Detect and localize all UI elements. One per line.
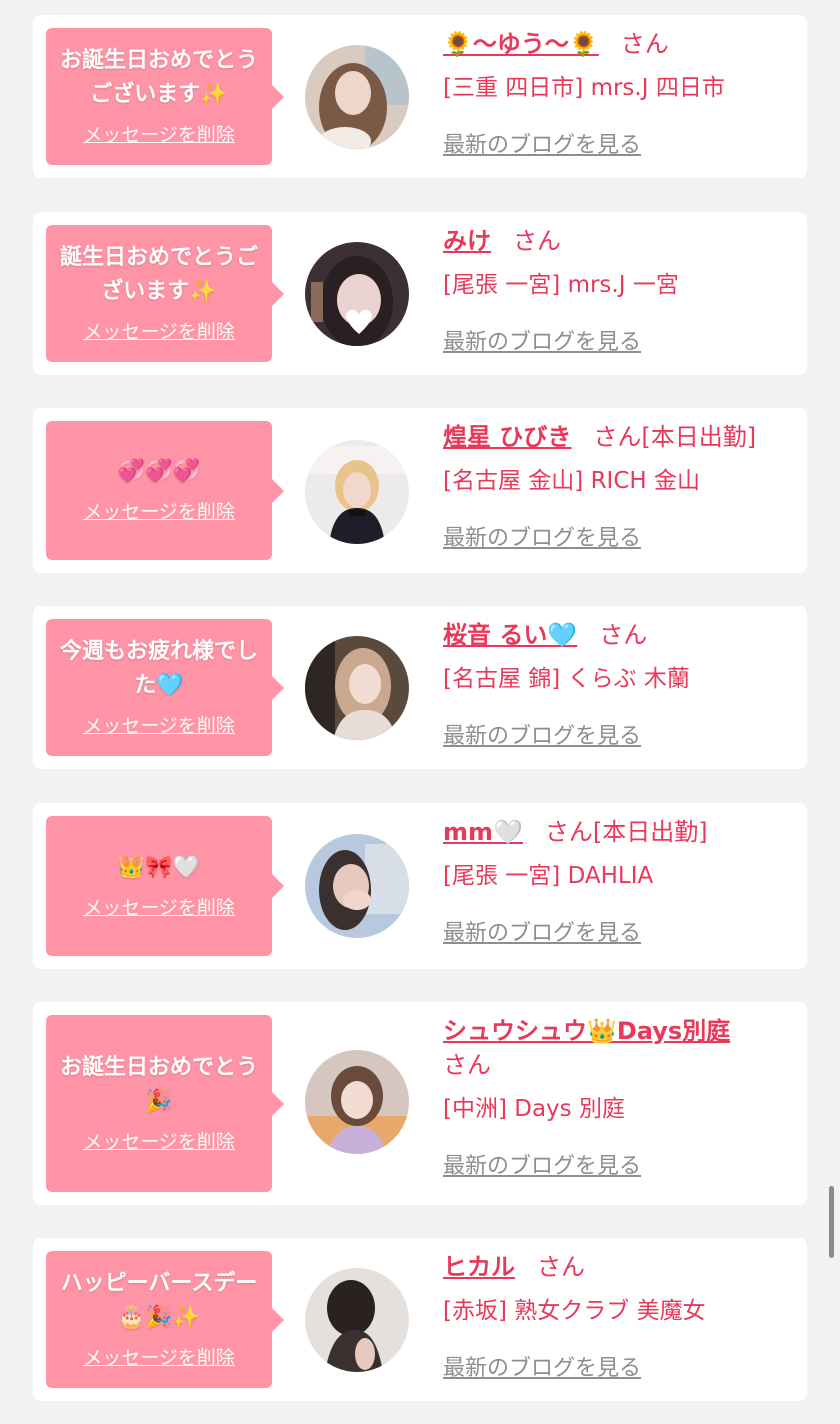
- delete-message-link[interactable]: メッセージを削除: [83, 317, 235, 344]
- name-line: 🌻〜ゆう〜🌻 さん: [443, 27, 793, 61]
- message-card: 👑🎀🤍 メッセージを削除 mm🤍 さん[本日出勤] [尾張 一宮] DAHLIA …: [33, 803, 807, 969]
- message-card: お誕生日おめでとう🎉 メッセージを削除 シュウシュウ👑Days別庭 さん [中洲]…: [33, 1002, 807, 1205]
- message-bubble: ハッピーバースデー🎂🎉✨ メッセージを削除: [46, 1251, 284, 1388]
- delete-message-link[interactable]: メッセージを削除: [83, 1343, 235, 1370]
- message-text: 今週もお疲れ様でした🩵: [59, 639, 258, 698]
- avatar[interactable]: [305, 440, 409, 544]
- message-card: 今週もお疲れ様でした🩵 メッセージを削除 桜音 るい🩵 さん [名古屋 錦] くら…: [33, 606, 807, 769]
- name-line: みけ さん: [443, 224, 793, 258]
- message-bubble: 誕生日おめでとうございます✨ メッセージを削除: [46, 225, 284, 362]
- delete-message-link[interactable]: メッセージを削除: [83, 497, 235, 524]
- shop-label: [名古屋 金山] RICH 金山: [443, 468, 700, 494]
- honorific: さん: [513, 227, 561, 255]
- name-line: シュウシュウ👑Days別庭 さん: [443, 1014, 793, 1082]
- cast-info: mm🤍 さん[本日出勤] [尾張 一宮] DAHLIA 最新のブログを見る: [443, 815, 793, 947]
- cast-info: 🌻〜ゆう〜🌻 さん [三重 四日市] mrs.J 四日市 最新のブログを見る: [443, 27, 793, 159]
- message-list: お誕生日おめでとうございます✨ メッセージを削除 🌻〜ゆう〜🌻 さん [三重 四日…: [0, 0, 840, 1424]
- latest-blog-link[interactable]: 最新のブログを見る: [443, 1350, 641, 1382]
- honorific: さん: [599, 621, 648, 649]
- delete-message-link[interactable]: メッセージを削除: [83, 1127, 235, 1154]
- honorific: さん: [544, 818, 593, 846]
- name-line: mm🤍 さん[本日出勤]: [443, 815, 793, 849]
- message-bubble: お誕生日おめでとう🎉 メッセージを削除: [46, 1015, 284, 1192]
- message-card: 誕生日おめでとうございます✨ メッセージを削除 みけ さん [尾張 一宮] mrs…: [33, 212, 807, 375]
- latest-blog-link[interactable]: 最新のブログを見る: [443, 324, 641, 356]
- cast-info: シュウシュウ👑Days別庭 さん [中洲] Days 別庭 最新のブログを見る: [443, 1014, 793, 1180]
- message-card: お誕生日おめでとうございます✨ メッセージを削除 🌻〜ゆう〜🌻 さん [三重 四日…: [33, 15, 807, 178]
- message-bubble: 💞💞💞 メッセージを削除: [46, 421, 284, 560]
- message-bubble: お誕生日おめでとうございます✨ メッセージを削除: [46, 28, 284, 165]
- cast-info: ヒカル さん [赤坂] 熟女クラブ 美魔女 最新のブログを見る: [443, 1250, 793, 1382]
- cast-name-link[interactable]: mm🤍: [443, 818, 523, 846]
- latest-blog-link[interactable]: 最新のブログを見る: [443, 718, 641, 750]
- name-line: ヒカル さん: [443, 1250, 793, 1284]
- status-tag: [本日出勤]: [641, 423, 757, 451]
- avatar[interactable]: [305, 636, 409, 740]
- cast-info: 煌星 ひびき さん[本日出勤] [名古屋 金山] RICH 金山 最新のブログを見…: [443, 420, 793, 552]
- shop-label: [名古屋 錦] くらぶ 木蘭: [443, 666, 690, 692]
- message-text: ハッピーバースデー🎂🎉✨: [60, 1271, 258, 1330]
- avatar[interactable]: [305, 242, 409, 346]
- honorific: さん: [443, 1051, 491, 1079]
- status-tag: [本日出勤]: [592, 818, 708, 846]
- shop-label: [中洲] Days 別庭: [443, 1096, 625, 1122]
- avatar[interactable]: [305, 834, 409, 938]
- message-bubble: 👑🎀🤍 メッセージを削除: [46, 816, 284, 956]
- cast-info: 桜音 るい🩵 さん [名古屋 錦] くらぶ 木蘭 最新のブログを見る: [443, 618, 793, 750]
- message-text: 誕生日おめでとうございます✨: [59, 245, 258, 304]
- message-card: 💞💞💞 メッセージを削除 煌星 ひびき さん[本日出勤] [名古屋 金山] RIC…: [33, 408, 807, 573]
- cast-name-link[interactable]: みけ: [443, 227, 491, 255]
- name-line: 桜音 るい🩵 さん: [443, 618, 793, 652]
- message-bubble: 今週もお疲れ様でした🩵 メッセージを削除: [46, 619, 284, 756]
- honorific: さん: [537, 1253, 585, 1281]
- message-text: お誕生日おめでとう🎉: [59, 1055, 258, 1114]
- message-text: お誕生日おめでとうございます✨: [59, 48, 258, 107]
- avatar[interactable]: [305, 1050, 409, 1154]
- message-text: 💞💞💞: [117, 459, 201, 484]
- cast-name-link[interactable]: 煌星 ひびき: [443, 423, 571, 451]
- shop-label: [尾張 一宮] mrs.J 一宮: [443, 272, 679, 298]
- message-text: 👑🎀🤍: [117, 854, 201, 880]
- latest-blog-link[interactable]: 最新のブログを見る: [443, 520, 641, 552]
- shop-label: [赤坂] 熟女クラブ 美魔女: [443, 1298, 706, 1324]
- honorific: さん: [593, 423, 642, 451]
- shop-label: [尾張 一宮] DAHLIA: [443, 863, 654, 889]
- delete-message-link[interactable]: メッセージを削除: [83, 893, 235, 920]
- avatar[interactable]: [305, 45, 409, 149]
- honorific: さん: [620, 30, 669, 58]
- cast-name-link[interactable]: 🌻〜ゆう〜🌻: [443, 30, 599, 58]
- scrollbar[interactable]: [829, 1186, 834, 1258]
- latest-blog-link[interactable]: 最新のブログを見る: [443, 915, 641, 947]
- cast-name-link[interactable]: 桜音 るい🩵: [443, 621, 577, 649]
- avatar[interactable]: [305, 1268, 409, 1372]
- cast-name-link[interactable]: シュウシュウ👑Days別庭: [443, 1017, 730, 1045]
- message-card: ハッピーバースデー🎂🎉✨ メッセージを削除 ヒカル さん [赤坂] 熟女クラブ 美…: [33, 1238, 807, 1401]
- shop-label: [三重 四日市] mrs.J 四日市: [443, 75, 725, 101]
- delete-message-link[interactable]: メッセージを削除: [83, 711, 235, 738]
- latest-blog-link[interactable]: 最新のブログを見る: [443, 1148, 641, 1180]
- latest-blog-link[interactable]: 最新のブログを見る: [443, 127, 641, 159]
- name-line: 煌星 ひびき さん[本日出勤]: [443, 420, 793, 454]
- cast-info: みけ さん [尾張 一宮] mrs.J 一宮 最新のブログを見る: [443, 224, 793, 356]
- delete-message-link[interactable]: メッセージを削除: [83, 120, 235, 147]
- cast-name-link[interactable]: ヒカル: [443, 1253, 515, 1281]
